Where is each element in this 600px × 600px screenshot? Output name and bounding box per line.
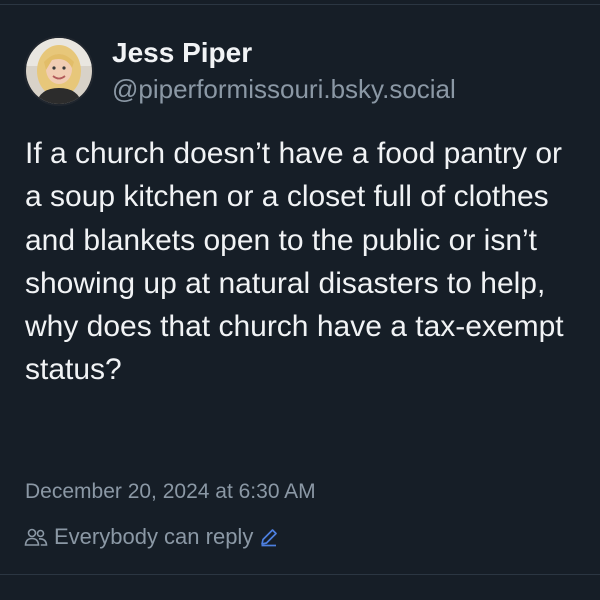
top-divider (0, 4, 600, 5)
user-handle[interactable]: @piperformissouri.bsky.social (112, 72, 456, 106)
reply-setting-label: Everybody can reply (54, 524, 254, 549)
display-name[interactable]: Jess Piper (112, 36, 456, 70)
people-icon (24, 528, 48, 546)
avatar-image (26, 38, 92, 104)
post-text: If a church doesn’t have a food pantry o… (25, 137, 564, 387)
pencil-icon[interactable] (259, 527, 279, 547)
reply-setting[interactable]: Everybody can reply (24, 524, 279, 550)
bottom-divider (0, 574, 600, 575)
post-timestamp: December 20, 2024 at 6:30 AM (25, 480, 316, 503)
post-header: Jess Piper @piperformissouri.bsky.social (24, 36, 456, 106)
avatar[interactable] (24, 36, 94, 106)
